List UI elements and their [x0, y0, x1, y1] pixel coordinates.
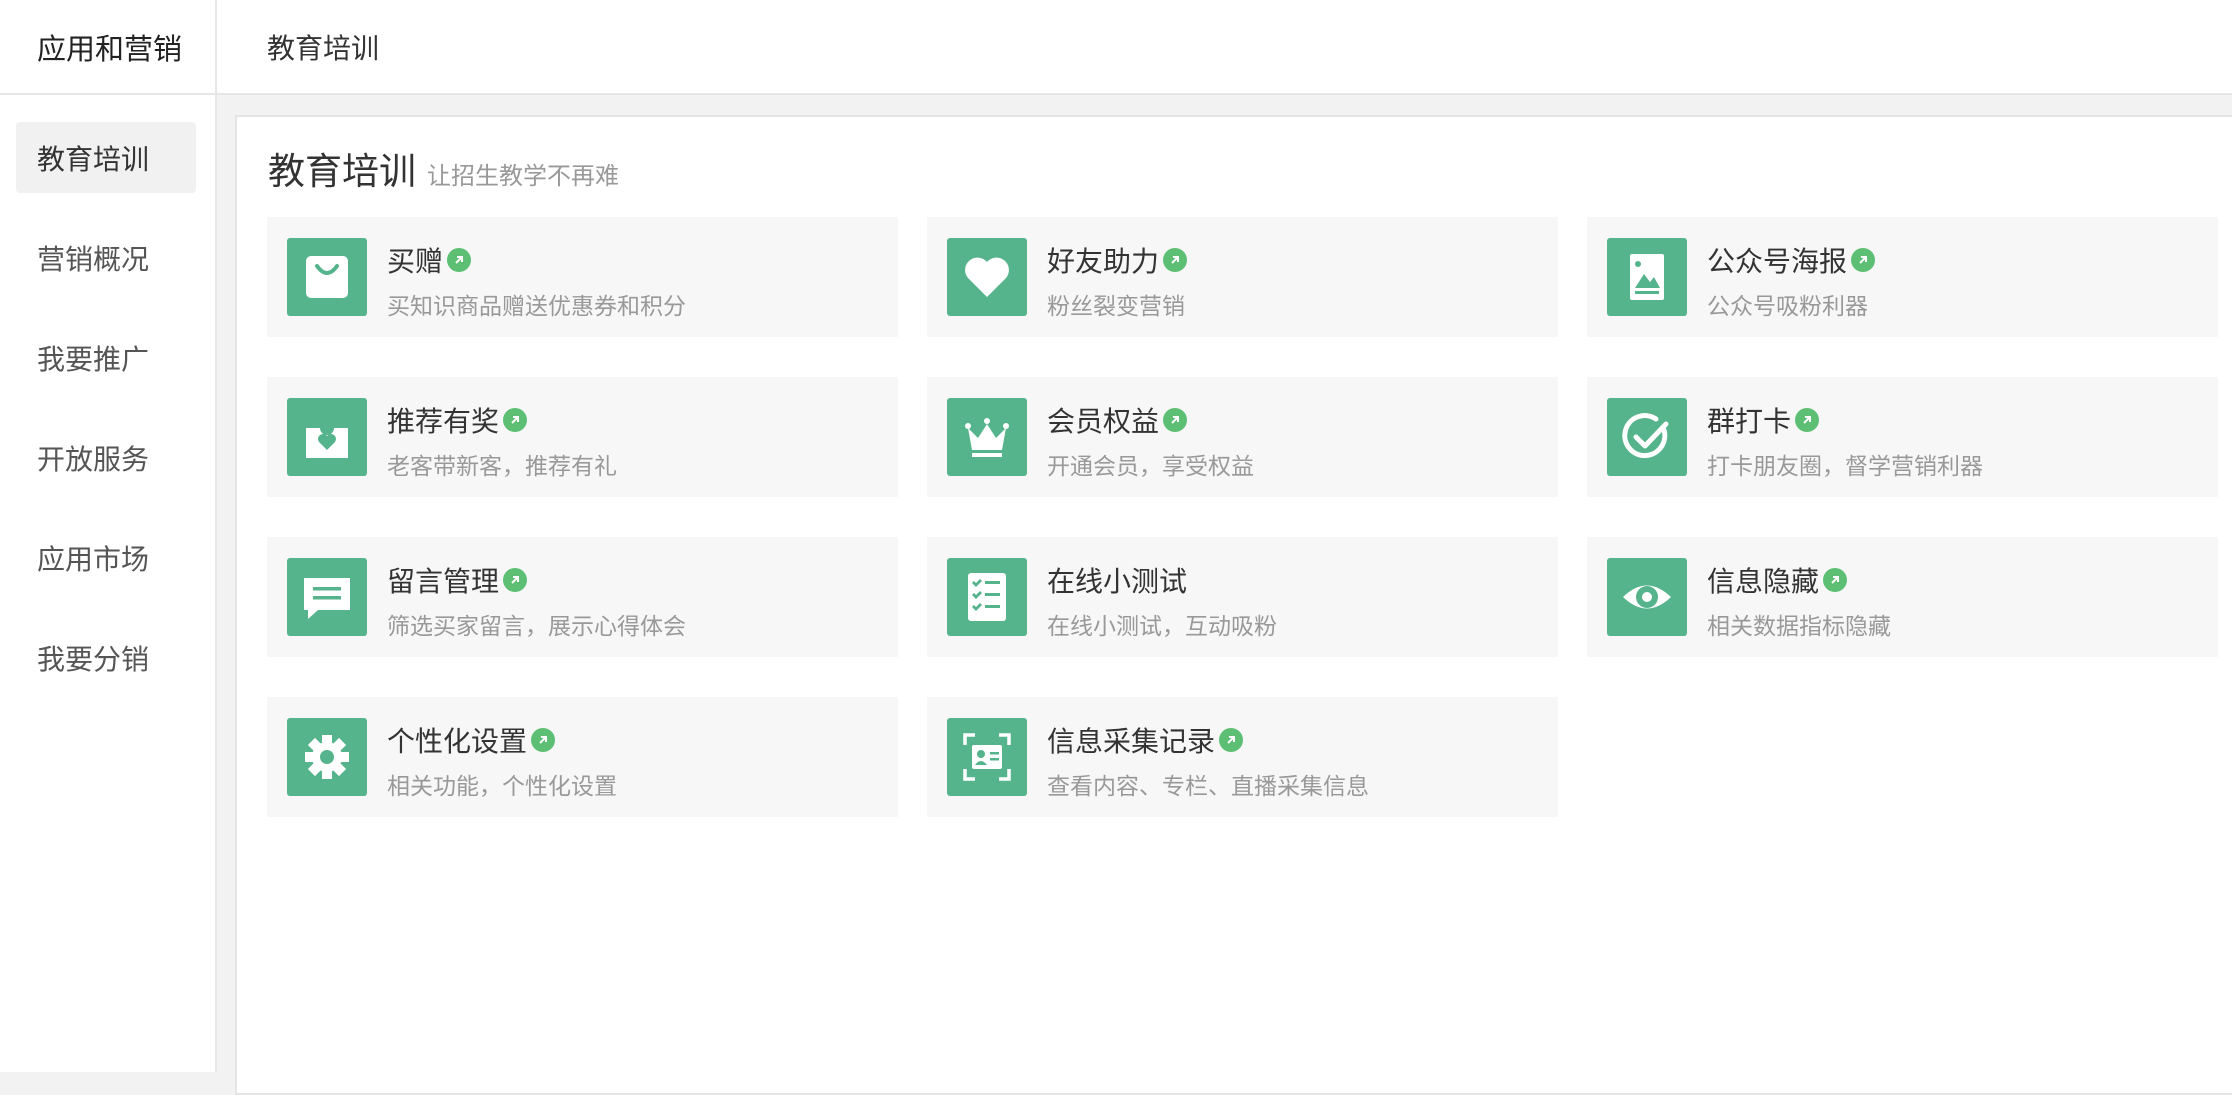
- card-title: 留言管理: [387, 565, 500, 598]
- app-card-poster[interactable]: 公众号海报 公众号吸粉利器: [1587, 217, 2218, 337]
- card-description: 公众号吸粉利器: [1707, 294, 1868, 320]
- app-card-info-hide[interactable]: 信息隐藏 相关数据指标隐藏: [1587, 537, 2218, 657]
- card-title: 推荐有奖: [387, 405, 500, 438]
- poster-icon: [1607, 238, 1687, 316]
- sidebar-item-open-services[interactable]: 开放服务: [16, 422, 196, 493]
- sidebar-item-distribution[interactable]: 我要分销: [16, 622, 196, 693]
- app-card-referral-reward[interactable]: 推荐有奖 老客带新客，推荐有礼: [267, 377, 898, 497]
- gear-icon: [287, 718, 367, 796]
- sidebar-header: 应用和营销: [0, 0, 215, 95]
- card-title: 信息采集记录: [1047, 725, 1216, 758]
- app-card-online-quiz[interactable]: 在线小测试 在线小测试，互动吸粉: [927, 537, 1558, 657]
- message-icon: [287, 558, 367, 636]
- sidebar-item-app-market[interactable]: 应用市场: [16, 522, 196, 593]
- mini-program-link-icon: [503, 568, 528, 592]
- checklist-icon: [947, 558, 1027, 636]
- eye-icon: [1607, 558, 1687, 636]
- sidebar-item-marketing-overview[interactable]: 营销概况: [16, 222, 196, 293]
- page-title: 教育培训: [268, 150, 416, 193]
- card-title: 买赠: [387, 245, 444, 278]
- card-description: 相关功能，个性化设置: [387, 774, 617, 800]
- card-description: 粉丝裂变营销: [1047, 294, 1185, 320]
- card-title: 好友助力: [1047, 245, 1160, 278]
- mini-program-link-icon: [1163, 248, 1188, 272]
- panel-heading: 教育培训 让招生教学不再难: [268, 141, 619, 195]
- card-description: 查看内容、专栏、直播采集信息: [1047, 774, 1369, 800]
- app-card-message-management[interactable]: 留言管理 筛选买家留言，展示心得体会: [267, 537, 898, 657]
- page-subtitle: 让招生教学不再难: [427, 162, 619, 190]
- card-description: 相关数据指标隐藏: [1707, 614, 1891, 640]
- check-circle-icon: [1607, 398, 1687, 476]
- mini-program-link-icon: [1795, 408, 1820, 432]
- card-title: 公众号海报: [1707, 245, 1848, 278]
- card-title: 会员权益: [1047, 405, 1160, 438]
- app-card-member-benefits[interactable]: 会员权益 开通会员，享受权益: [927, 377, 1558, 497]
- card-title: 个性化设置: [387, 725, 528, 758]
- mini-program-link-icon: [1163, 408, 1188, 432]
- card-description: 老客带新客，推荐有礼: [387, 454, 617, 480]
- card-description: 开通会员，享受权益: [1047, 454, 1254, 480]
- main-panel: 教育培训 让招生教学不再难 买赠 买知识商品赠送优惠券和积分 好友助力 粉丝裂变…: [235, 115, 2232, 1095]
- app-card-buy-gift[interactable]: 买赠 买知识商品赠送优惠券和积分: [267, 217, 898, 337]
- sidebar: 应用和营销 教育培训 营销概况 我要推广 开放服务 应用市场 我要分销: [0, 0, 217, 1072]
- topbar: 教育培训: [217, 0, 2232, 95]
- app-card-group-checkin[interactable]: 群打卡 打卡朋友圈，督学营销利器: [1587, 377, 2218, 497]
- mini-program-link-icon: [1851, 248, 1876, 272]
- card-description: 筛选买家留言，展示心得体会: [387, 614, 686, 640]
- card-description: 买知识商品赠送优惠券和积分: [387, 294, 686, 320]
- mini-program-link-icon: [1823, 568, 1848, 592]
- mini-program-link-icon: [531, 728, 556, 752]
- gift-heart-icon: [287, 398, 367, 476]
- app-card-personalization[interactable]: 个性化设置 相关功能，个性化设置: [267, 697, 898, 817]
- mini-program-link-icon: [1219, 728, 1244, 752]
- card-title: 信息隐藏: [1707, 565, 1820, 598]
- app-card-friend-help[interactable]: 好友助力 粉丝裂变营销: [927, 217, 1558, 337]
- mini-program-link-icon: [503, 408, 528, 432]
- card-title: 群打卡: [1707, 405, 1792, 438]
- breadcrumb-title: 教育培训: [267, 31, 380, 65]
- card-description: 打卡朋友圈，督学营销利器: [1707, 454, 1983, 480]
- app-card-info-collection[interactable]: 信息采集记录 查看内容、专栏、直播采集信息: [927, 697, 1558, 817]
- card-title: 在线小测试: [1047, 565, 1188, 598]
- heart-icon: [947, 238, 1027, 316]
- id-card-scan-icon: [947, 718, 1027, 796]
- sidebar-item-promote[interactable]: 我要推广: [16, 322, 196, 393]
- sidebar-item-education[interactable]: 教育培训: [16, 122, 196, 193]
- mini-program-link-icon: [447, 248, 472, 272]
- card-description: 在线小测试，互动吸粉: [1047, 614, 1277, 640]
- crown-icon: [947, 398, 1027, 476]
- shopping-bag-icon: [287, 238, 367, 316]
